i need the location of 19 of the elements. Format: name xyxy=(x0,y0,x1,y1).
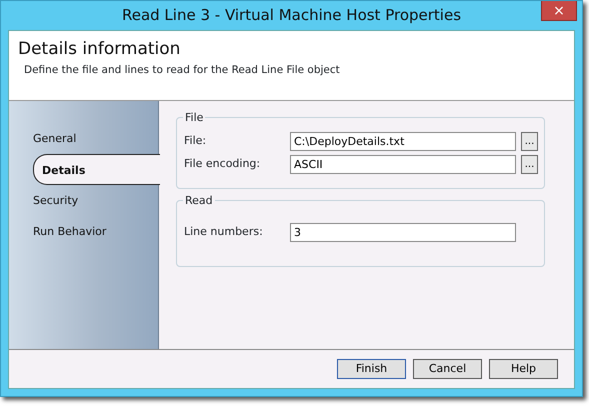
header-subtitle: Define the file and lines to read for the Read Line File object xyxy=(23,63,341,78)
header-title: Details information xyxy=(18,39,182,60)
close-button[interactable]: × xyxy=(541,1,577,21)
field-label: File: xyxy=(184,133,208,150)
sidebar-tab[interactable]: Run Behavior xyxy=(9,216,158,247)
sidebar-tab[interactable]: Security xyxy=(9,185,158,216)
sidebar-tab[interactable]: Details xyxy=(33,154,160,185)
browse-button[interactable]: ... xyxy=(521,132,538,151)
field-label: Line numbers: xyxy=(184,224,264,240)
text-field[interactable]: C:\DeployDetails.txt xyxy=(290,132,516,151)
text-field[interactable]: 3 xyxy=(290,223,516,242)
browse-button[interactable]: ... xyxy=(521,155,538,174)
dialog-button[interactable]: Cancel xyxy=(413,359,482,379)
window-title: Read Line 3 - Virtual Machine Host Properties xyxy=(122,5,462,26)
field-label: File encoding: xyxy=(184,156,262,172)
dialog-button[interactable]: Finish xyxy=(337,359,406,379)
text-field[interactable]: ASCII xyxy=(290,155,516,174)
sidebar-tab[interactable]: General xyxy=(9,123,158,154)
dialog-button[interactable]: Help xyxy=(489,359,558,379)
